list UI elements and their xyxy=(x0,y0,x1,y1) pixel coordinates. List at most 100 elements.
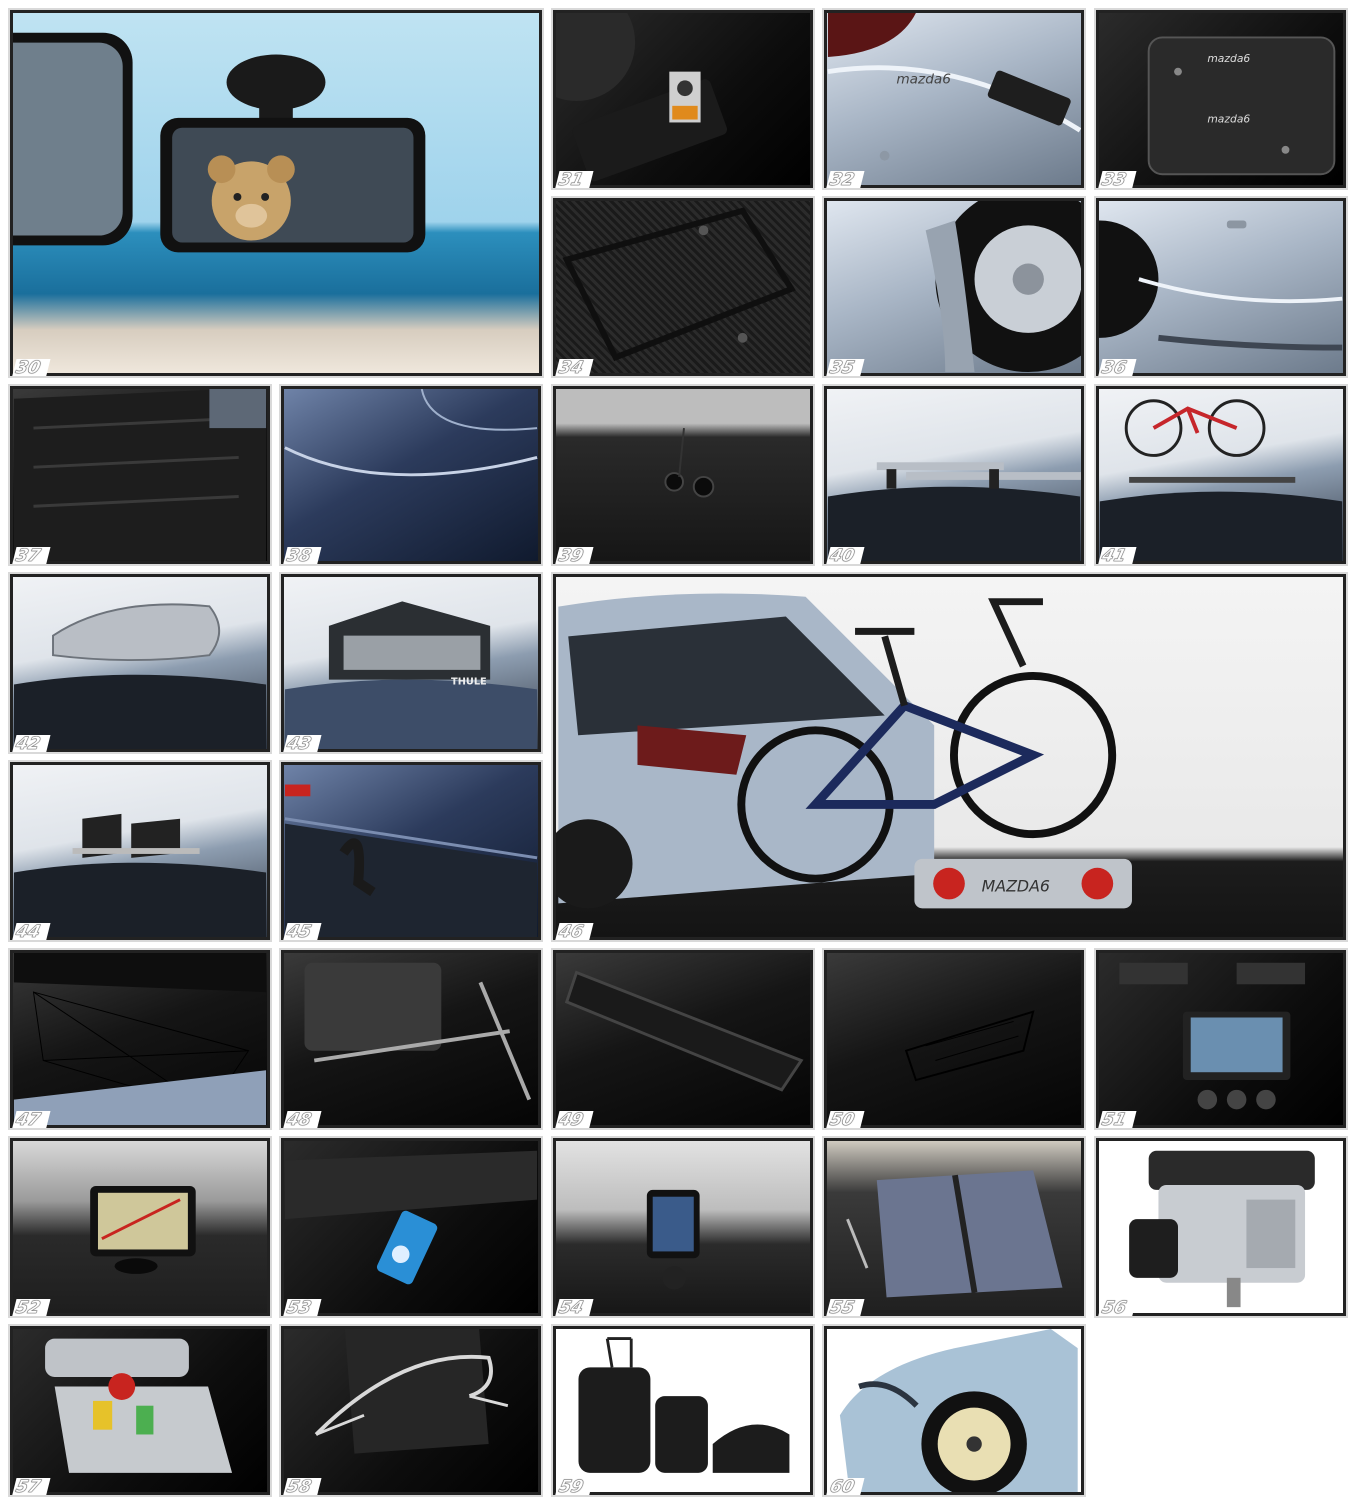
storage-tray-icon xyxy=(564,970,804,1092)
item-number: 53 xyxy=(283,1298,322,1316)
photo-towbar xyxy=(284,765,538,937)
tile-45[interactable]: 45 xyxy=(279,760,543,942)
tile-40[interactable]: 40 xyxy=(822,384,1086,566)
tile-37[interactable]: 37 xyxy=(8,384,272,566)
item-number: 33 xyxy=(1098,170,1137,188)
item-number: 34 xyxy=(555,358,594,376)
tile-43[interactable]: THULE 43 xyxy=(279,572,543,754)
tile-51[interactable]: 51 xyxy=(1094,948,1348,1130)
bluetooth-display-icon xyxy=(646,1189,700,1290)
portable-nav-icon xyxy=(90,1185,196,1274)
photo-interior-panel xyxy=(556,13,810,185)
tile-42[interactable]: 42 xyxy=(8,572,272,754)
photo-roof-bike-carrier xyxy=(1099,389,1343,561)
tile-33[interactable]: mazda6 mazda6 33 xyxy=(1094,8,1348,190)
photo-storage-tray xyxy=(556,953,810,1125)
tile-50[interactable]: 50 xyxy=(822,948,1086,1130)
tile-49[interactable]: 49 xyxy=(551,948,815,1130)
photo-space-saver-wheel xyxy=(827,1329,1081,1492)
cargo-net-icon xyxy=(13,953,267,1125)
tile-52[interactable]: 52 xyxy=(8,1136,272,1318)
tile-59[interactable]: 59 xyxy=(551,1324,815,1497)
interior-panel-icon xyxy=(556,13,728,182)
item-number: 30 xyxy=(12,358,51,376)
tile-48[interactable]: 48 xyxy=(279,948,543,1130)
boot-liner-icon xyxy=(13,389,267,561)
tile-54[interactable]: 54 xyxy=(551,1136,815,1318)
photo-navigation-unit xyxy=(1099,953,1343,1125)
item-number: 44 xyxy=(12,922,51,940)
svg-text:mazda6: mazda6 xyxy=(1207,52,1250,65)
photo-portable-nav xyxy=(13,1141,267,1313)
tile-57[interactable]: 57 xyxy=(8,1324,272,1497)
heater-icon xyxy=(1129,1150,1315,1308)
photo-luggage-set xyxy=(556,1329,810,1492)
photo-ski-carrier xyxy=(13,765,267,937)
svg-text:THULE: THULE xyxy=(451,677,487,688)
tile-60[interactable]: 60 xyxy=(822,1324,1086,1497)
tile-53[interactable]: 53 xyxy=(279,1136,543,1318)
navigation-unit-icon xyxy=(1119,962,1306,1110)
photo-rear-badge: mazda6 xyxy=(827,13,1081,185)
tile-31[interactable]: 31 xyxy=(551,8,815,190)
svg-text:mazda6: mazda6 xyxy=(1207,112,1250,125)
rubber-mat-icon xyxy=(562,207,796,362)
photo-boot-liner xyxy=(13,389,267,561)
photo-coat-hanger xyxy=(284,1329,538,1492)
photo-sun-shade xyxy=(827,1141,1081,1313)
roof-box-icon xyxy=(13,603,267,749)
svg-text:mazda6: mazda6 xyxy=(896,71,951,87)
item-number: 39 xyxy=(555,546,594,564)
tile-39[interactable]: 39 xyxy=(551,384,815,566)
photo-roof-bag: THULE xyxy=(284,577,538,749)
tile-35[interactable]: 35 xyxy=(822,196,1086,378)
tile-56[interactable]: 56 xyxy=(1094,1136,1348,1318)
tile-36[interactable]: 36 xyxy=(1094,196,1348,378)
item-number: 45 xyxy=(283,922,322,940)
item-number: 57 xyxy=(12,1477,51,1495)
item-number: 37 xyxy=(12,546,51,564)
textile-mat-icon: mazda6 mazda6 xyxy=(1147,36,1336,176)
item-number: 48 xyxy=(283,1110,322,1128)
tile-44[interactable]: 44 xyxy=(8,760,272,942)
item-number: 32 xyxy=(826,170,865,188)
rear-bike-carrier-icon: MAZDA6 xyxy=(556,593,1132,909)
child-mirror-icon xyxy=(13,32,426,253)
tile-55[interactable]: 55 xyxy=(822,1136,1086,1318)
item-number: 55 xyxy=(826,1298,865,1316)
photo-heater xyxy=(1099,1141,1343,1313)
tile-46[interactable]: MAZDA6 46 xyxy=(551,572,1348,942)
item-number: 42 xyxy=(12,734,51,752)
photo-side-net xyxy=(827,953,1081,1125)
item-number: 56 xyxy=(1098,1298,1137,1316)
photo-hook xyxy=(556,389,810,561)
item-number: 47 xyxy=(12,1110,51,1128)
tile-38[interactable]: 38 xyxy=(279,384,543,566)
item-number: 58 xyxy=(283,1477,322,1495)
item-number: 51 xyxy=(1098,1110,1137,1128)
photo-media-player xyxy=(284,1141,538,1313)
photo-side-moulding xyxy=(1099,201,1343,373)
tile-32[interactable]: mazda6 32 xyxy=(822,8,1086,190)
tile-30[interactable]: 30 xyxy=(8,8,544,378)
item-number: 60 xyxy=(826,1477,865,1495)
photo-cool-box xyxy=(13,1329,267,1492)
tile-34[interactable]: 34 xyxy=(551,196,815,378)
item-number: 36 xyxy=(1098,358,1137,376)
tile-41[interactable]: 41 xyxy=(1094,384,1348,566)
photo-rubber-mat xyxy=(556,201,810,373)
rear-badge-icon: mazda6 xyxy=(827,13,1081,161)
item-number: 59 xyxy=(555,1477,594,1495)
item-number: 40 xyxy=(826,546,865,564)
tile-58[interactable]: 58 xyxy=(279,1324,543,1497)
space-saver-wheel-icon xyxy=(839,1329,1078,1492)
tile-47[interactable]: 47 xyxy=(8,948,272,1130)
coat-hanger-icon xyxy=(314,1329,509,1454)
svg-text:MAZDA6: MAZDA6 xyxy=(982,877,1050,896)
item-number: 41 xyxy=(1098,546,1137,564)
item-number: 54 xyxy=(555,1298,594,1316)
photo-rear-bike-carrier: MAZDA6 xyxy=(556,577,1343,937)
photo-textile-mat: mazda6 mazda6 xyxy=(1099,13,1343,185)
photo-bluetooth-display xyxy=(556,1141,810,1313)
photo-cargo-net xyxy=(13,953,267,1125)
